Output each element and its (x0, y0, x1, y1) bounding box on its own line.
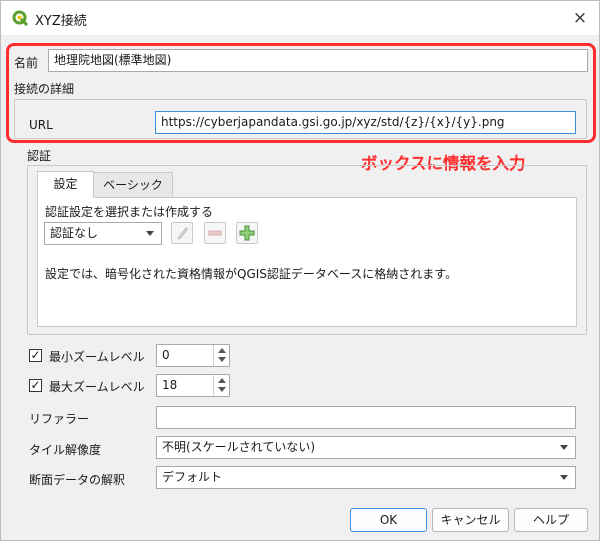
chevron-down-icon (146, 231, 154, 236)
max-zoom-spinbox[interactable]: 18 (156, 374, 230, 397)
remove-auth-button[interactable] (204, 222, 226, 244)
min-zoom-checkbox[interactable]: ✓ (29, 349, 42, 362)
tile-resolution-combo[interactable]: 不明(スケールされていない) (156, 436, 576, 459)
arrow-up-icon[interactable] (218, 348, 226, 353)
connection-details-heading: 接続の詳細 (14, 82, 75, 96)
url-input[interactable]: https://cyberjapandata.gsi.go.jp/xyz/std… (155, 111, 576, 134)
max-zoom-stepper[interactable] (213, 375, 229, 396)
qgis-logo-icon (12, 10, 28, 26)
tab-basic[interactable]: ベーシック (93, 172, 173, 198)
ok-button[interactable]: OK (350, 508, 427, 532)
max-zoom-value: 18 (162, 378, 178, 392)
max-zoom-checkbox[interactable]: ✓ (29, 379, 42, 392)
tile-resolution-value: 不明(スケールされていない) (162, 440, 316, 454)
arrow-down-icon[interactable] (218, 387, 226, 392)
url-label: URL (29, 118, 53, 132)
pencil-icon (177, 227, 189, 240)
elevation-interpretation-label: 断面データの解釈 (29, 473, 126, 487)
max-zoom-label: 最大ズームレベル (49, 380, 145, 394)
referer-label: リファラー (29, 412, 90, 426)
minus-icon (208, 230, 222, 236)
chevron-down-icon (560, 445, 568, 450)
title-bar: XYZ接続 × (1, 1, 599, 35)
arrow-down-icon[interactable] (218, 357, 226, 362)
add-auth-button[interactable] (236, 222, 258, 244)
arrow-up-icon[interactable] (218, 378, 226, 383)
name-label: 名前 (14, 56, 39, 70)
auth-config-combo[interactable]: 認証なし (44, 222, 162, 245)
close-button[interactable]: × (566, 5, 594, 31)
plus-icon (239, 225, 255, 241)
auth-select-label: 認証設定を選択または作成する (45, 205, 214, 219)
elevation-interpretation-value: デフォルト (162, 470, 223, 484)
auth-info-text: 設定では、暗号化された資格情報がQGIS認証データベースに格納されます。 (45, 267, 458, 281)
edit-auth-button[interactable] (171, 222, 193, 244)
cancel-button[interactable]: キャンセル (432, 508, 509, 532)
elevation-interpretation-combo[interactable]: デフォルト (156, 466, 576, 489)
auth-heading: 認証 (27, 149, 52, 163)
window-title: XYZ接続 (35, 14, 87, 29)
min-zoom-value: 0 (162, 348, 170, 362)
referer-input[interactable] (156, 406, 576, 429)
help-button[interactable]: ヘルプ (514, 508, 588, 532)
min-zoom-spinbox[interactable]: 0 (156, 344, 230, 367)
auth-config-value: 認証なし (50, 226, 99, 240)
name-input[interactable]: 地理院地図(標準地図) (48, 49, 588, 72)
min-zoom-label: 最小ズームレベル (49, 350, 145, 364)
min-zoom-stepper[interactable] (213, 345, 229, 366)
tab-settings[interactable]: 設定 (37, 171, 94, 198)
tile-resolution-label: タイル解像度 (29, 443, 102, 457)
xyz-connection-dialog: XYZ接続 × 名前 地理院地図(標準地図) 接続の詳細 URL https:/… (0, 0, 600, 541)
chevron-down-icon (560, 475, 568, 480)
